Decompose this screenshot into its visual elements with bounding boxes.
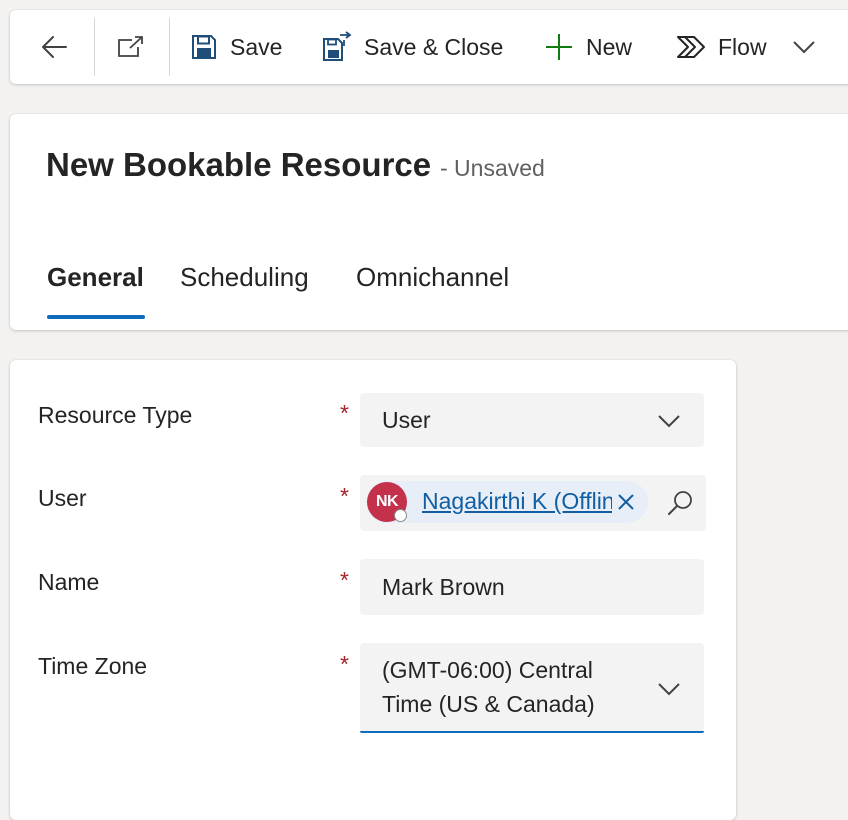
avatar-initials: NK [375, 493, 399, 510]
open-in-new-window-icon [118, 36, 143, 57]
resource-type-dropdown[interactable]: User [360, 393, 704, 447]
name-label: Name [38, 569, 100, 595]
name-value: Mark Brown [382, 574, 505, 600]
tab-general[interactable]: General [47, 262, 144, 293]
close-icon[interactable] [616, 492, 636, 512]
user-label: User [38, 485, 87, 511]
tab-omnichannel[interactable]: Omnichannel [356, 262, 509, 293]
required-indicator: * [340, 651, 349, 677]
tab-scheduling[interactable]: Scheduling [180, 262, 309, 293]
chevron-down-icon [658, 683, 680, 696]
presence-status-icon [394, 509, 407, 522]
page-title: New Bookable Resource [46, 146, 432, 183]
new-button[interactable]: New [544, 10, 632, 84]
back-button[interactable] [40, 10, 70, 84]
required-indicator: * [340, 400, 349, 426]
chevron-down-icon [793, 41, 815, 54]
save-status: - Unsaved [440, 155, 545, 181]
time-zone-value-line2: Time (US & Canada) [382, 691, 595, 717]
save-icon [192, 35, 216, 59]
name-input[interactable]: Mark Brown [360, 559, 704, 615]
time-zone-value-line1: (GMT-06:00) Central [382, 657, 593, 683]
save-and-close-button[interactable]: Save & Close [320, 10, 503, 84]
divider [169, 18, 170, 76]
plus-icon [546, 34, 572, 60]
command-bar: Save Save & Close New Flow [10, 10, 848, 84]
resource-type-value: User [382, 407, 431, 433]
save-button[interactable]: Save [190, 10, 282, 84]
chevron-down-icon [658, 415, 680, 428]
time-zone-label: Time Zone [38, 653, 148, 679]
time-zone-dropdown[interactable]: (GMT-06:00) Central Time (US & Canada) [360, 643, 704, 733]
user-lookup-field[interactable]: NK Nagakirthi K (Offline) [360, 475, 706, 531]
save-label: Save [230, 33, 283, 60]
save-and-close-icon [323, 31, 352, 61]
user-lookup-tag: NK Nagakirthi K (Offline) [366, 481, 648, 523]
search-icon[interactable] [666, 489, 694, 517]
focus-underline [360, 731, 704, 733]
resource-type-label: Resource Type [38, 402, 193, 428]
user-lookup-link[interactable]: Nagakirthi K (Offline) [422, 488, 612, 515]
flow-button[interactable]: Flow [676, 10, 767, 84]
open-in-new-window-button[interactable] [116, 10, 146, 84]
divider [94, 18, 95, 76]
active-tab-indicator [47, 315, 145, 319]
required-indicator: * [340, 567, 349, 593]
flow-label: Flow [718, 33, 767, 60]
new-label: New [586, 33, 633, 60]
save-and-close-label: Save & Close [364, 33, 504, 60]
flow-icon [677, 36, 705, 58]
more-commands-button[interactable] [792, 10, 816, 84]
back-arrow-icon [42, 36, 67, 58]
record-header: New Bookable Resource - Unsaved General … [10, 114, 848, 330]
required-indicator: * [340, 483, 349, 509]
general-form-section: Resource Type * User User * NK Nagakirth… [10, 360, 736, 820]
